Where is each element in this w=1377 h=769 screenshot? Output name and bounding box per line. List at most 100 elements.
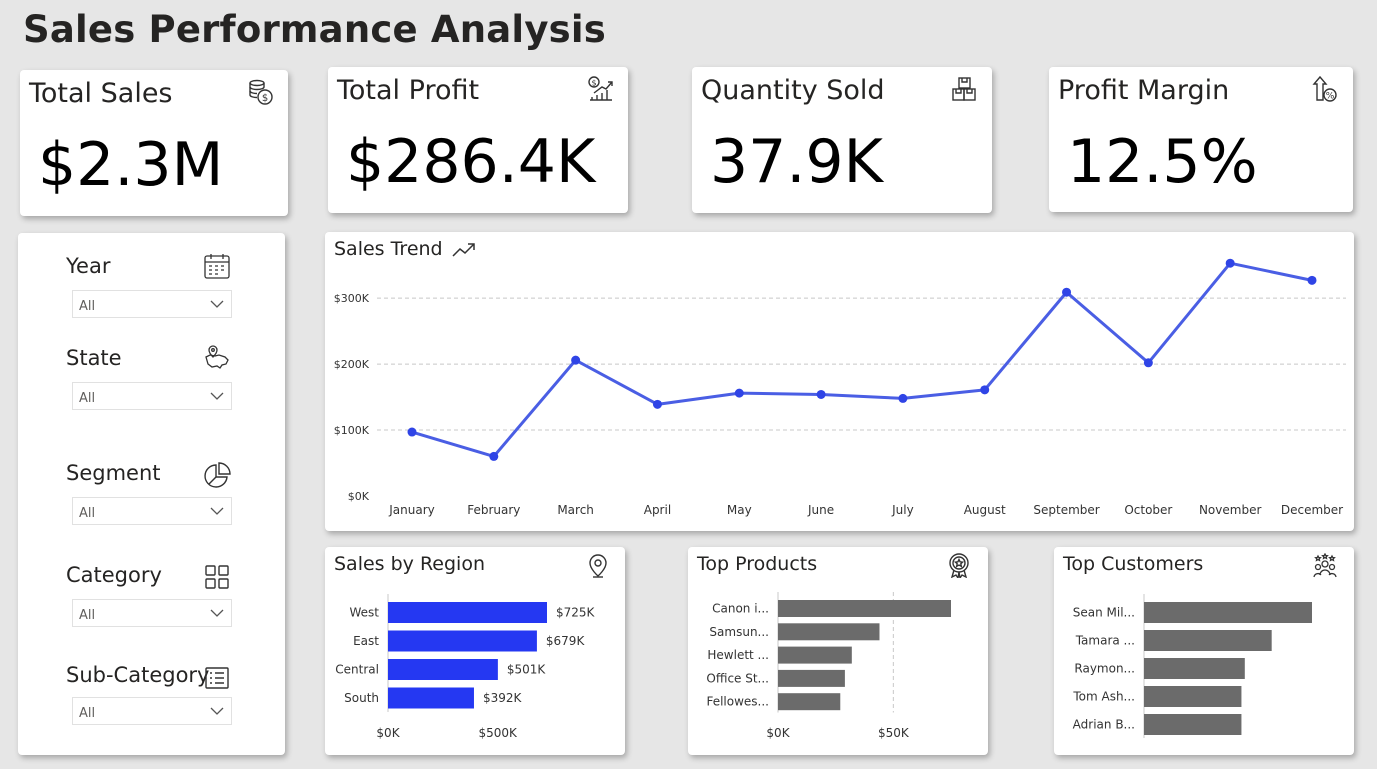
category-label: Fellowes... — [706, 695, 769, 709]
top-customers-chart: Sean Mil... Tamara ... Raymon... Tom Ash...… — [1072, 594, 1312, 738]
bar — [778, 646, 852, 664]
category-dropdown[interactable]: All — [72, 599, 232, 627]
y-tick-label: $0K — [348, 490, 370, 503]
year-dropdown-value: All — [79, 299, 96, 314]
y-tick-label: $200K — [334, 358, 370, 371]
sales-by-region-panel: Sales by Region West $725K East $679K Centra… — [325, 547, 625, 755]
y-tick-label: $100K — [334, 424, 370, 437]
kpi-profit-margin: Profit Margin 12.5% % — [1049, 67, 1353, 212]
kpi-value: $286.4K — [346, 127, 596, 197]
bar — [388, 687, 474, 709]
sub-category-dropdown-value: All — [79, 706, 96, 721]
x-tick-label: May — [727, 503, 752, 517]
data-point — [1307, 275, 1317, 285]
data-point — [980, 385, 990, 395]
category-label: Tamara ... — [1075, 634, 1135, 648]
calendar-icon — [204, 254, 230, 279]
svg-text:$: $ — [591, 79, 596, 88]
map-pin-icon — [205, 345, 229, 369]
bar — [1144, 714, 1242, 735]
category-dropdown-value: All — [79, 608, 96, 623]
bar — [1144, 602, 1312, 623]
data-point — [1062, 287, 1072, 297]
bar — [388, 602, 547, 623]
data-point — [407, 427, 417, 437]
list-icon — [205, 667, 229, 689]
bar — [778, 600, 951, 617]
bar — [778, 623, 880, 641]
data-label: $501K — [507, 663, 547, 677]
x-tick-label: January — [388, 503, 435, 517]
category-label: West — [349, 606, 379, 620]
pie-icon — [204, 462, 231, 488]
data-point — [1225, 258, 1235, 268]
x-tick-label: $50K — [878, 726, 910, 740]
data-label: $392K — [483, 691, 523, 705]
category-label: East — [353, 634, 379, 648]
kpi-label: Total Profit — [337, 75, 480, 106]
x-tick-label: September — [1033, 503, 1099, 517]
bar — [778, 669, 845, 687]
slicer-label-year: Year — [66, 254, 111, 278]
category-label: Adrian B... — [1073, 718, 1135, 732]
data-point — [571, 355, 581, 365]
x-tick-label: April — [644, 503, 671, 517]
x-tick-label: October — [1124, 503, 1172, 517]
sales-series-line — [411, 261, 1313, 458]
year-dropdown[interactable]: All — [72, 290, 232, 318]
kpi-label: Quantity Sold — [701, 75, 885, 106]
kpi-label: Total Sales — [29, 78, 173, 109]
top-products-panel: Top Products Canon i... Samsun... Hewlett … — [688, 547, 988, 755]
category-label: Tom Ash... — [1072, 690, 1135, 704]
state-dropdown-value: All — [79, 391, 96, 406]
bar — [778, 693, 841, 711]
boxes-icon — [952, 77, 976, 101]
category-label: Central — [335, 663, 379, 677]
segment-dropdown-value: All — [79, 506, 96, 521]
bar — [388, 659, 498, 680]
category-label: Raymon... — [1074, 662, 1135, 676]
kpi-value: $2.3M — [38, 130, 224, 200]
kpi-quantity-sold: Quantity Sold 37.9K — [692, 67, 992, 213]
growth-chart-icon: $ — [588, 76, 613, 101]
bar — [388, 630, 537, 652]
percent-up-icon: % — [1312, 75, 1337, 102]
x-tick-label: $0K — [376, 726, 400, 740]
slicer-label-sub-category: Sub-Category — [66, 663, 210, 687]
y-tick-label: $300K — [334, 292, 370, 305]
sales-trend-chart: $0K $100K $200K $300K January February March Ap… — [334, 258, 1346, 517]
data-point — [734, 388, 744, 398]
chevron-down-icon — [210, 300, 224, 308]
data-point — [652, 399, 662, 409]
slicer-label-segment: Segment — [66, 461, 161, 485]
data-label: $725K — [556, 606, 596, 620]
category-label: South — [344, 691, 379, 705]
kpi-total-sales: Total Sales $2.3M $ — [20, 70, 288, 216]
sales-by-region-chart: West $725K East $679K Central $501K South $392K… — [335, 594, 596, 740]
data-point — [816, 389, 826, 399]
data-point — [898, 393, 908, 403]
x-tick-label: March — [557, 503, 594, 517]
category-label: Samsun... — [709, 625, 769, 639]
grid-icon — [205, 565, 229, 589]
x-tick-label: $500K — [478, 726, 518, 740]
bar — [1144, 658, 1245, 679]
x-tick-label: $0K — [766, 726, 790, 740]
chevron-down-icon — [210, 609, 224, 617]
state-dropdown[interactable]: All — [72, 382, 232, 410]
filters-panel: Year All State All Segment All Category … — [18, 233, 285, 755]
x-tick-label: July — [891, 503, 914, 517]
data-point — [489, 451, 499, 461]
sub-category-dropdown[interactable]: All — [72, 697, 232, 725]
x-tick-label: February — [467, 503, 520, 517]
x-tick-label: November — [1199, 503, 1261, 517]
chevron-down-icon — [210, 707, 224, 715]
x-tick-label: December — [1281, 503, 1343, 517]
category-label: Hewlett ... — [707, 648, 769, 662]
x-tick-label: June — [807, 503, 834, 517]
slicer-label-category: Category — [66, 563, 162, 587]
segment-dropdown[interactable]: All — [72, 497, 232, 525]
kpi-value: 37.9K — [710, 127, 883, 197]
category-label: Canon i... — [712, 602, 769, 616]
x-tick-label: August — [964, 503, 1006, 517]
